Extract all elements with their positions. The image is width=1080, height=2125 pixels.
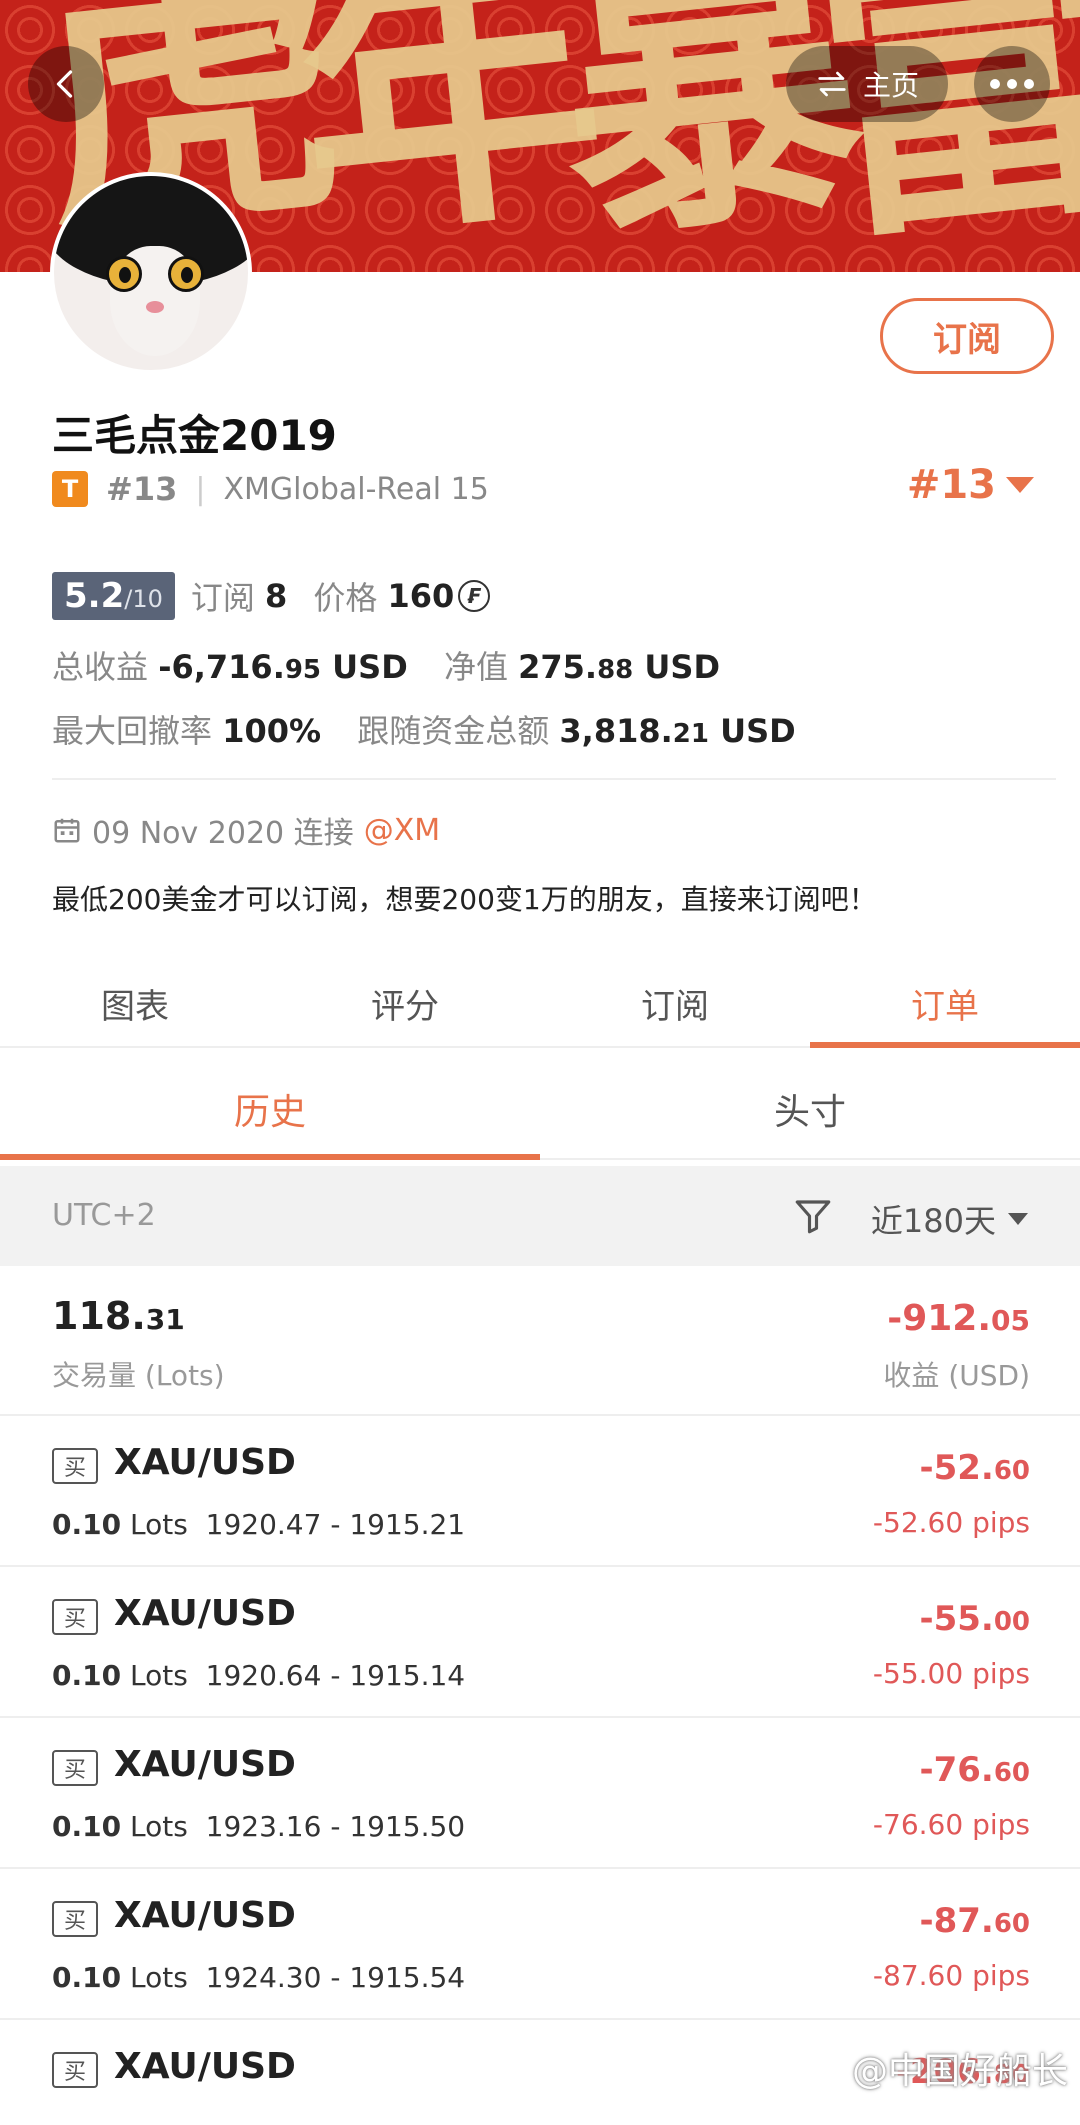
home-label: 主页	[862, 69, 919, 102]
total-pnl-label: 收益 (USD)	[883, 1359, 1030, 1392]
subscribe-button[interactable]: 订阅	[880, 298, 1054, 374]
order-pips: -52.60 pips	[872, 1506, 1030, 1539]
list-item[interactable]: 买 XAU/USD 0.10 Lots 1920.47 - 1915.21 -5…	[0, 1416, 1080, 1567]
buy-tag: 买	[52, 1448, 98, 1484]
order-subtabs: 历史 头寸	[0, 1060, 1080, 1160]
total-pnl-value: -912.05	[887, 1298, 1030, 1339]
profile-description: 最低200美金才可以订阅，想要200变1万的朋友，直接来订阅吧！	[52, 883, 877, 916]
drawdown-value: 100%	[222, 712, 322, 750]
order-pips: -87.60 pips	[872, 1959, 1030, 1992]
timezone-label: UTC+2	[52, 1198, 156, 1233]
filter-icon[interactable]	[792, 1194, 834, 1238]
subs-label: 订阅	[190, 579, 255, 617]
total-lots-value: 118.31	[52, 1294, 185, 1338]
back-button[interactable]	[28, 46, 104, 122]
tab-chart[interactable]: 图表	[0, 960, 270, 1046]
tier-badge: T	[52, 471, 88, 507]
coin-icon: ₣	[458, 580, 491, 612]
caret-down-icon	[1008, 1213, 1028, 1225]
tab-rating[interactable]: 评分	[270, 960, 540, 1046]
total-pnl-value: -6,716.95 USD	[158, 648, 408, 686]
dot-icon	[1007, 79, 1017, 89]
rank-label: #13	[106, 470, 178, 508]
order-symbol: XAU/USD	[114, 2046, 296, 2087]
order-symbol: XAU/USD	[114, 1442, 296, 1483]
score-badge: 5.2/10	[52, 572, 175, 620]
order-summary: 118.31 交易量 (Lots) -912.05 收益 (USD)	[0, 1266, 1080, 1416]
follow-amount-value: 3,818.21 USD	[559, 712, 796, 750]
rank-dropdown-label: #13	[906, 462, 996, 508]
caret-down-icon	[1006, 477, 1034, 493]
divider	[52, 778, 1056, 780]
chevron-left-icon	[56, 70, 73, 98]
dot-icon	[1024, 79, 1034, 89]
tab-positions[interactable]: 头寸	[540, 1060, 1080, 1158]
list-item[interactable]: 买 XAU/USD 0.10 Lots 1924.30 - 1915.54 -8…	[0, 1869, 1080, 2020]
buy-tag: 买	[52, 1599, 98, 1635]
stats-row-pnl: 总收益 -6,716.95 USD 净值 275.88 USD	[52, 648, 720, 686]
equity-value: 275.88 USD	[518, 648, 720, 686]
broker-link[interactable]: @XM	[364, 813, 440, 848]
tab-history[interactable]: 历史	[0, 1060, 540, 1160]
buy-tag: 买	[52, 2052, 98, 2088]
list-item[interactable]: 买 XAU/USD 0.10 Lots 1923.16 - 1915.50 -7…	[0, 1718, 1080, 1869]
order-detail: 0.10 Lots 1923.16 - 1915.50	[52, 1810, 466, 1843]
buy-tag: 买	[52, 1750, 98, 1786]
order-detail: 0.10 Lots 1924.30 - 1915.54	[52, 1961, 466, 1994]
stats-row-drawdown: 最大回撤率 100% 跟随资金总额 3,818.21 USD	[52, 712, 796, 750]
watermark: @中国好船长	[852, 2042, 1068, 2094]
rank-row: T #13 | XMGlobal-Real 15	[52, 470, 489, 508]
order-list: 买 XAU/USD 0.10 Lots 1920.47 - 1915.21 -5…	[0, 1416, 1080, 2125]
order-detail: 0.10 Lots 1920.47 - 1915.21	[52, 1508, 466, 1541]
calendar-icon	[54, 818, 80, 843]
total-lots-label: 交易量 (Lots)	[52, 1359, 225, 1392]
subs-value: 8	[265, 577, 288, 615]
connect-date: 09 Nov 2020 连接	[92, 816, 354, 851]
order-symbol: XAU/USD	[114, 1593, 296, 1634]
trader-name: 三毛点金2019	[52, 411, 337, 460]
account-label: XMGlobal-Real 15	[223, 471, 489, 507]
order-pnl: -52.60	[919, 1448, 1030, 1488]
swap-icon	[818, 71, 846, 97]
order-pnl: -76.60	[919, 1750, 1030, 1790]
separator: |	[195, 471, 206, 507]
stats-row-score: 5.2/10 订阅 8 价格 160 ₣	[52, 572, 491, 620]
order-pips: -76.60 pips	[872, 1808, 1030, 1841]
price-value: 160	[387, 577, 455, 615]
watermark-text: @中国好船长	[851, 2051, 1068, 2092]
order-detail: 0.10 Lots 1920.64 - 1915.14	[52, 1659, 466, 1692]
list-item[interactable]: 买 XAU/USD 0.10 Lots 1920.64 - 1915.14 -5…	[0, 1567, 1080, 1718]
range-dropdown[interactable]: 近180天	[871, 1196, 1028, 1242]
more-options-button[interactable]	[974, 46, 1050, 122]
tab-orders[interactable]: 订单	[810, 960, 1080, 1048]
buy-tag: 买	[52, 1901, 98, 1937]
rank-dropdown[interactable]: #13	[907, 462, 1034, 508]
range-label: 近180天	[870, 1202, 996, 1240]
order-symbol: XAU/USD	[114, 1744, 296, 1785]
banner-glyph: 富	[802, 0, 1080, 272]
price-label: 价格	[313, 579, 378, 617]
main-tabs: 图表 评分 订阅 订单	[0, 960, 1080, 1048]
order-symbol: XAU/USD	[114, 1895, 296, 1936]
connect-info: 09 Nov 2020 连接 @XM	[52, 808, 440, 852]
order-pnl: -87.60	[919, 1901, 1030, 1941]
order-pips: -55.00 pips	[872, 1657, 1030, 1690]
dot-icon	[990, 79, 1000, 89]
tab-subscribe[interactable]: 订阅	[540, 960, 810, 1046]
avatar[interactable]	[50, 172, 252, 374]
filter-bar: UTC+2 近180天	[0, 1166, 1080, 1266]
home-button[interactable]: 主页	[786, 46, 948, 122]
order-pnl: -55.00	[919, 1599, 1030, 1639]
